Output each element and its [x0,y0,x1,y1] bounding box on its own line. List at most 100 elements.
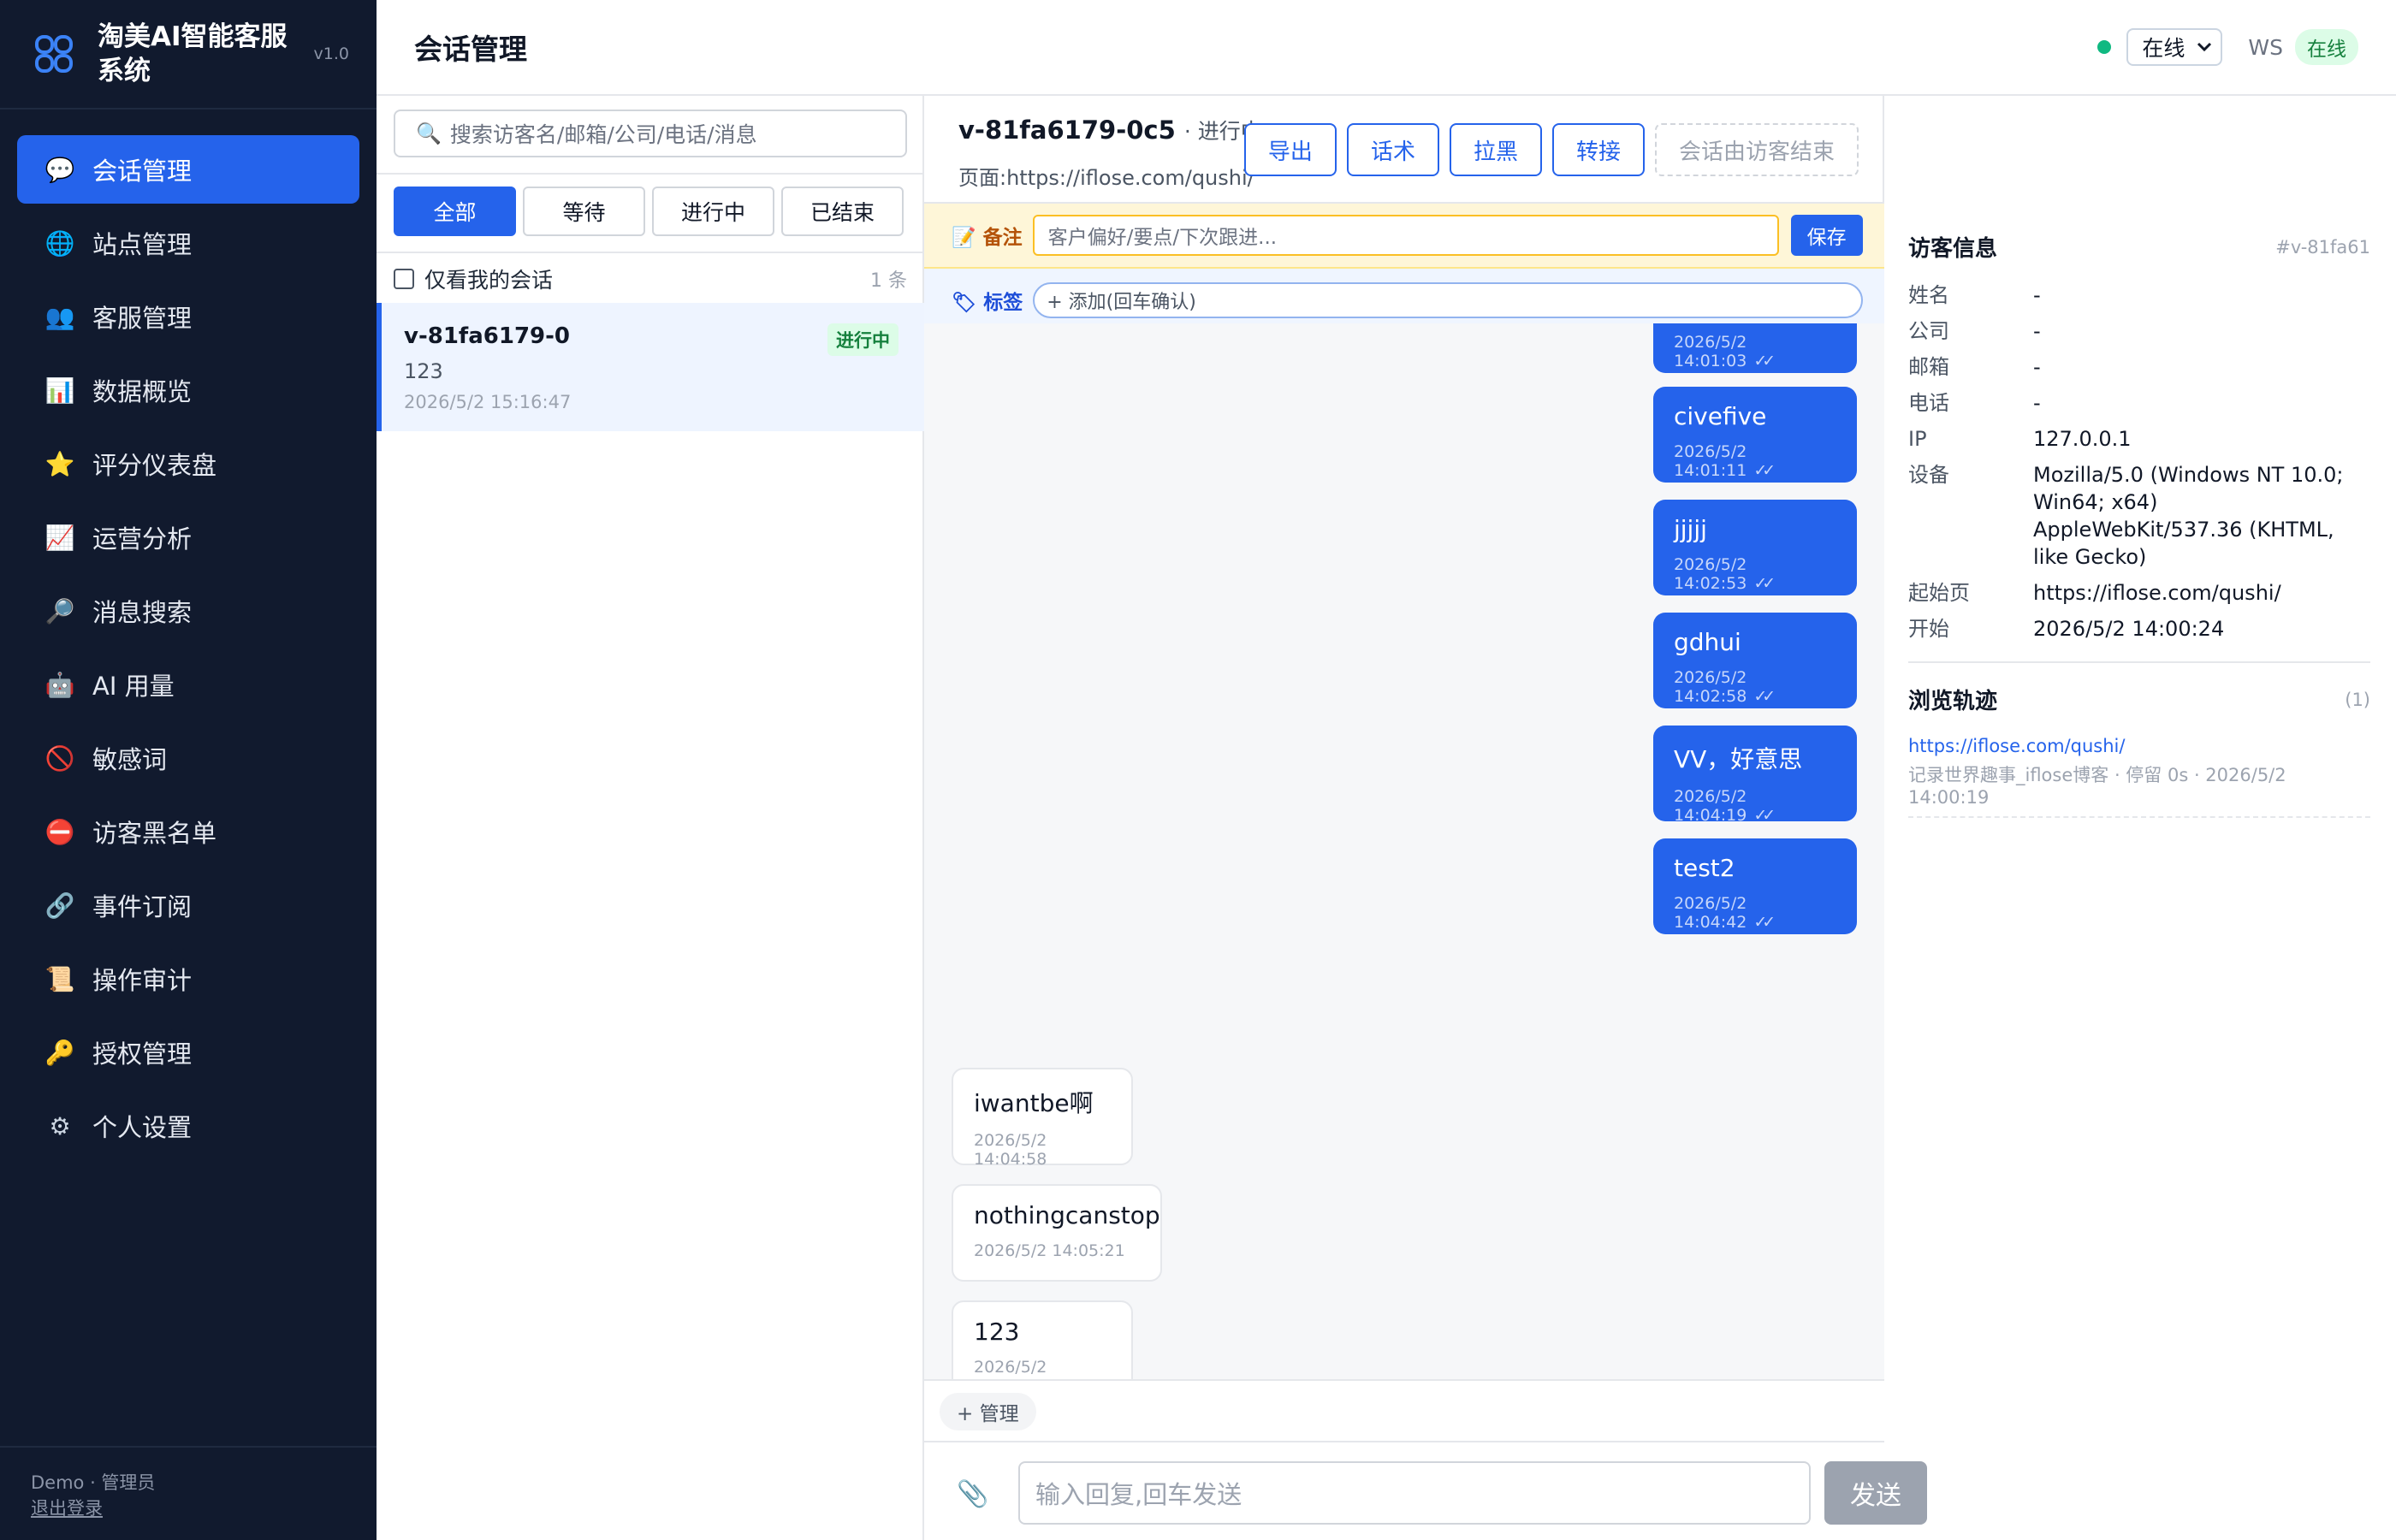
filter-all-button[interactable]: 全部 [394,187,516,236]
sidebar-item-blacklist[interactable]: ⛔ 访客黑名单 [17,797,359,866]
sidebar-item-label: 授权管理 [92,1040,193,1069]
field-key: IP [1908,427,1927,451]
message-timestamp: 2026/5/2 14:02:53 [1674,555,1747,593]
note-input[interactable]: 客户偏好/要点/下次跟进... [1032,215,1779,256]
only-mine-row: 仅看我的会话 1 条 [394,262,907,296]
sidebar-item-sites[interactable]: 🌐 站点管理 [17,209,359,277]
filter-closed-button[interactable]: 已结束 [781,187,904,236]
users-icon: 👥 [44,302,75,331]
paperclip-icon[interactable]: 📎 [957,1475,988,1513]
sidebar-item-label: 访客黑名单 [92,819,217,848]
session-list-item[interactable]: v-81fa6179-0 进行中 123 2026/5/2 15:16:47 [377,303,924,431]
status-badge: 进行中 [827,323,898,356]
reply-input[interactable]: 输入回复,回车发送 [1018,1461,1811,1525]
tag-icon: 🏷 [952,292,977,314]
session-search-input[interactable]: 🔍 搜索访客名/邮箱/公司/电话/消息 [394,110,907,157]
transfer-button[interactable]: 转接 [1551,123,1645,176]
visitor-info-title: 访客信息 [1908,236,1998,262]
visitor-message: iwantbe啊 2026/5/2 14:04:58 [952,1068,1133,1169]
browse-track-meta: 记录世界趣事_iflose博客 · 停留 0s · 2026/5/2 14:00… [1908,761,2370,818]
header-status: 在线 WS 在线 [2097,28,2358,66]
message-text: gdhui [1674,628,1741,656]
gear-icon: ⚙ [49,1111,71,1140]
message-text: VV，好意思 [1674,745,1803,773]
field-key: 公司 [1908,319,1949,343]
read-check-icon: ✓✓ [1753,574,1776,593]
message-list: ggj 2026/5/2 14:01:03✓✓ civefive 2026/5/… [924,323,1884,1379]
block-button[interactable]: 拉黑 [1449,123,1542,176]
field-value: 127.0.0.1 [2033,427,2132,451]
filter-waiting-button[interactable]: 等待 [523,187,645,236]
page-title: 会话管理 [414,33,527,66]
sidebar-item-webhooks[interactable]: 🔗 事件订阅 [17,871,359,939]
filter-active-button[interactable]: 进行中 [652,187,774,236]
logout-link[interactable]: 退出登录 [31,1498,103,1519]
export-button[interactable]: 导出 [1243,123,1337,176]
chat-header: v-81fa6179-0c5 · 进行中 页面:https://iflose.c… [924,96,1884,204]
read-check-icon: ✓✓ [1753,461,1776,480]
sidebar-item-label: 会话管理 [92,157,193,186]
browse-track-header: 浏览轨迹 (1) [1908,684,2370,715]
message-text: jjjjj [1674,515,1707,543]
sidebar-item-label: 客服管理 [92,304,193,333]
message-text: iwantbe啊 [974,1089,1094,1117]
field-value: - [2033,391,2041,415]
sidebar-item-sensitive-words[interactable]: 🚫 敏感词 [17,724,359,792]
sidebar-item-ai-usage[interactable]: 🤖 AI 用量 [17,650,359,719]
agent-status-select[interactable]: 在线 [2126,28,2223,66]
scroll-icon: 📜 [44,964,75,993]
message-timestamp: 2026/5/2 14:01:11 [1674,442,1747,480]
sidebar-item-label: 操作审计 [92,966,193,995]
message-time: 2026/5/2 14:02:58 ✓✓ [1674,668,1836,706]
sidebar-item-overview[interactable]: 📊 数据概览 [17,356,359,424]
scripts-button[interactable]: 话术 [1346,123,1439,176]
message-time: 2026/5/2 14:04:42 ✓✓ [1674,894,1836,932]
sidebar-item-ratings[interactable]: ⭐ 评分仪表盘 [17,429,359,498]
agent-message: gdhui 2026/5/2 14:02:58 ✓✓ [1653,613,1857,708]
message-time: 2026/5/2 14:04:19 ✓✓ [1674,787,1836,825]
field-key: 设备 [1908,463,1949,487]
sidebar-item-settings[interactable]: ⚙ 个人设置 [17,1092,359,1160]
sidebar-item-label: 运营分析 [92,524,193,554]
save-note-button[interactable]: 保存 [1790,215,1863,256]
sidebar-item-label: 消息搜索 [92,598,193,627]
browse-track-link[interactable]: https://iflose.com/qushi/ [1908,736,2370,756]
read-check-icon: ✓✓ [1753,687,1776,706]
sidebar-item-audit[interactable]: 📜 操作审计 [17,945,359,1013]
session-preview: 123 [404,359,443,383]
only-mine-checkbox[interactable] [394,269,414,289]
field-key: 电话 [1908,391,1949,415]
manage-button[interactable]: + 管理 [940,1393,1036,1430]
session-time: 2026/5/2 15:16:47 [404,392,572,412]
manage-bar: + 管理 [924,1379,1884,1442]
chat-visitor-id: v-81fa6179-0c5 [958,116,1176,145]
app-root: 淘美AI智能客服系统 v1.0 💬 会话管理 🌐 站点管理 👥 客服管理 📊 数… [0,0,2396,1540]
top-header: 会话管理 在线 WS 在线 [377,0,2396,96]
tag-label: 🏷 标签 [952,286,1023,315]
visitor-info-panel: 访客信息 #v-81fa61 姓名 - 公司 - 邮箱 - 电话 - IP 12… [1884,204,2396,1540]
visitor-fields: 姓名 - 公司 - 邮箱 - 电话 - IP 127.0.0.1 设备 Mozi… [1908,281,2370,643]
agent-message: civefive 2026/5/2 14:01:11 ✓✓ [1653,387,1857,483]
status-filters: 全部 等待 进行中 已结束 [394,187,904,236]
sidebar-item-sessions[interactable]: 💬 会话管理 [17,135,359,204]
note-label-text: 备注 [982,227,1023,249]
visitor-info-header: 访客信息 #v-81fa61 [1908,231,2370,263]
chat-bubble-icon: 💬 [44,155,75,184]
sidebar-item-analytics[interactable]: 📈 运营分析 [17,503,359,572]
sidebar-item-message-search[interactable]: 🔎 消息搜索 [17,577,359,645]
divider [377,252,924,253]
note-label: 📝 备注 [952,221,1023,250]
field-key: 邮箱 [1908,355,1949,379]
message-text: 123 [974,1318,1020,1346]
message-timestamp: 2026/5/2 14:05:21 [974,1241,1125,1260]
star-icon: ⭐ [44,449,75,478]
visitor-field-row: 起始页 https://iflose.com/qushi/ [1908,579,2370,607]
tag-input[interactable]: + 添加(回车确认) [1033,282,1864,318]
visitor-field-row: 邮箱 - [1908,353,2370,381]
tag-label-text: 标签 [983,292,1023,314]
chat-panel: v-81fa6179-0c5 · 进行中 页面:https://iflose.c… [924,96,1927,1540]
reply-composer: 📎 输入回复,回车发送 发送 [924,1442,1927,1540]
sidebar-item-license[interactable]: 🔑 授权管理 [17,1018,359,1087]
message-time: 2026/5/2 14:02:53 ✓✓ [1674,555,1836,593]
sidebar-item-agents[interactable]: 👥 客服管理 [17,282,359,351]
